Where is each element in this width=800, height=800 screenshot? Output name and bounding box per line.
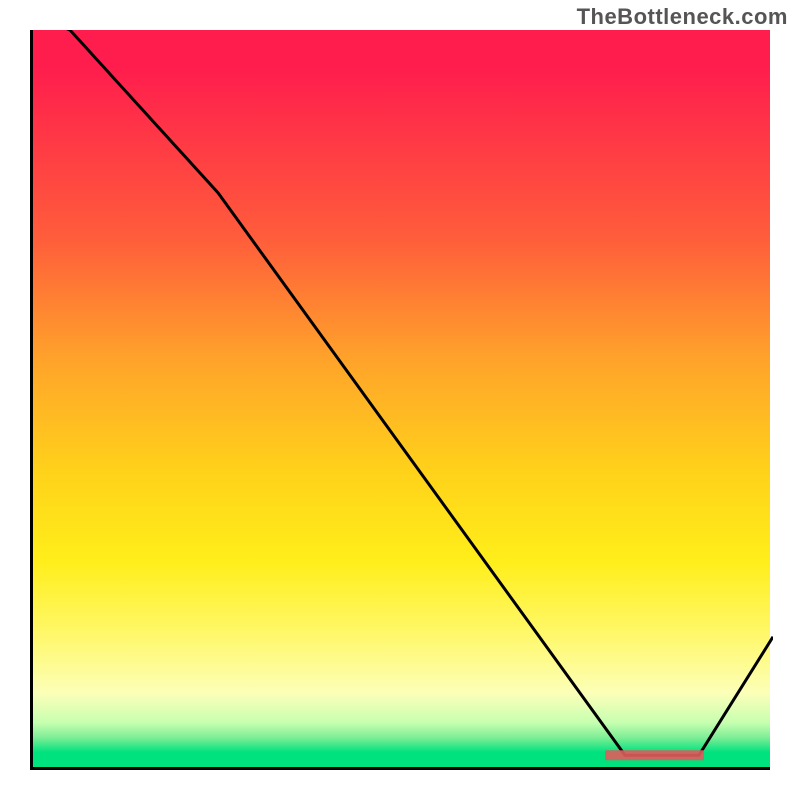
plot-svg (33, 30, 773, 770)
watermark-text: TheBottleneck.com (577, 4, 788, 30)
bottleneck-curve (33, 30, 773, 755)
chart-container: TheBottleneck.com (0, 0, 800, 800)
plot-area (30, 30, 770, 770)
